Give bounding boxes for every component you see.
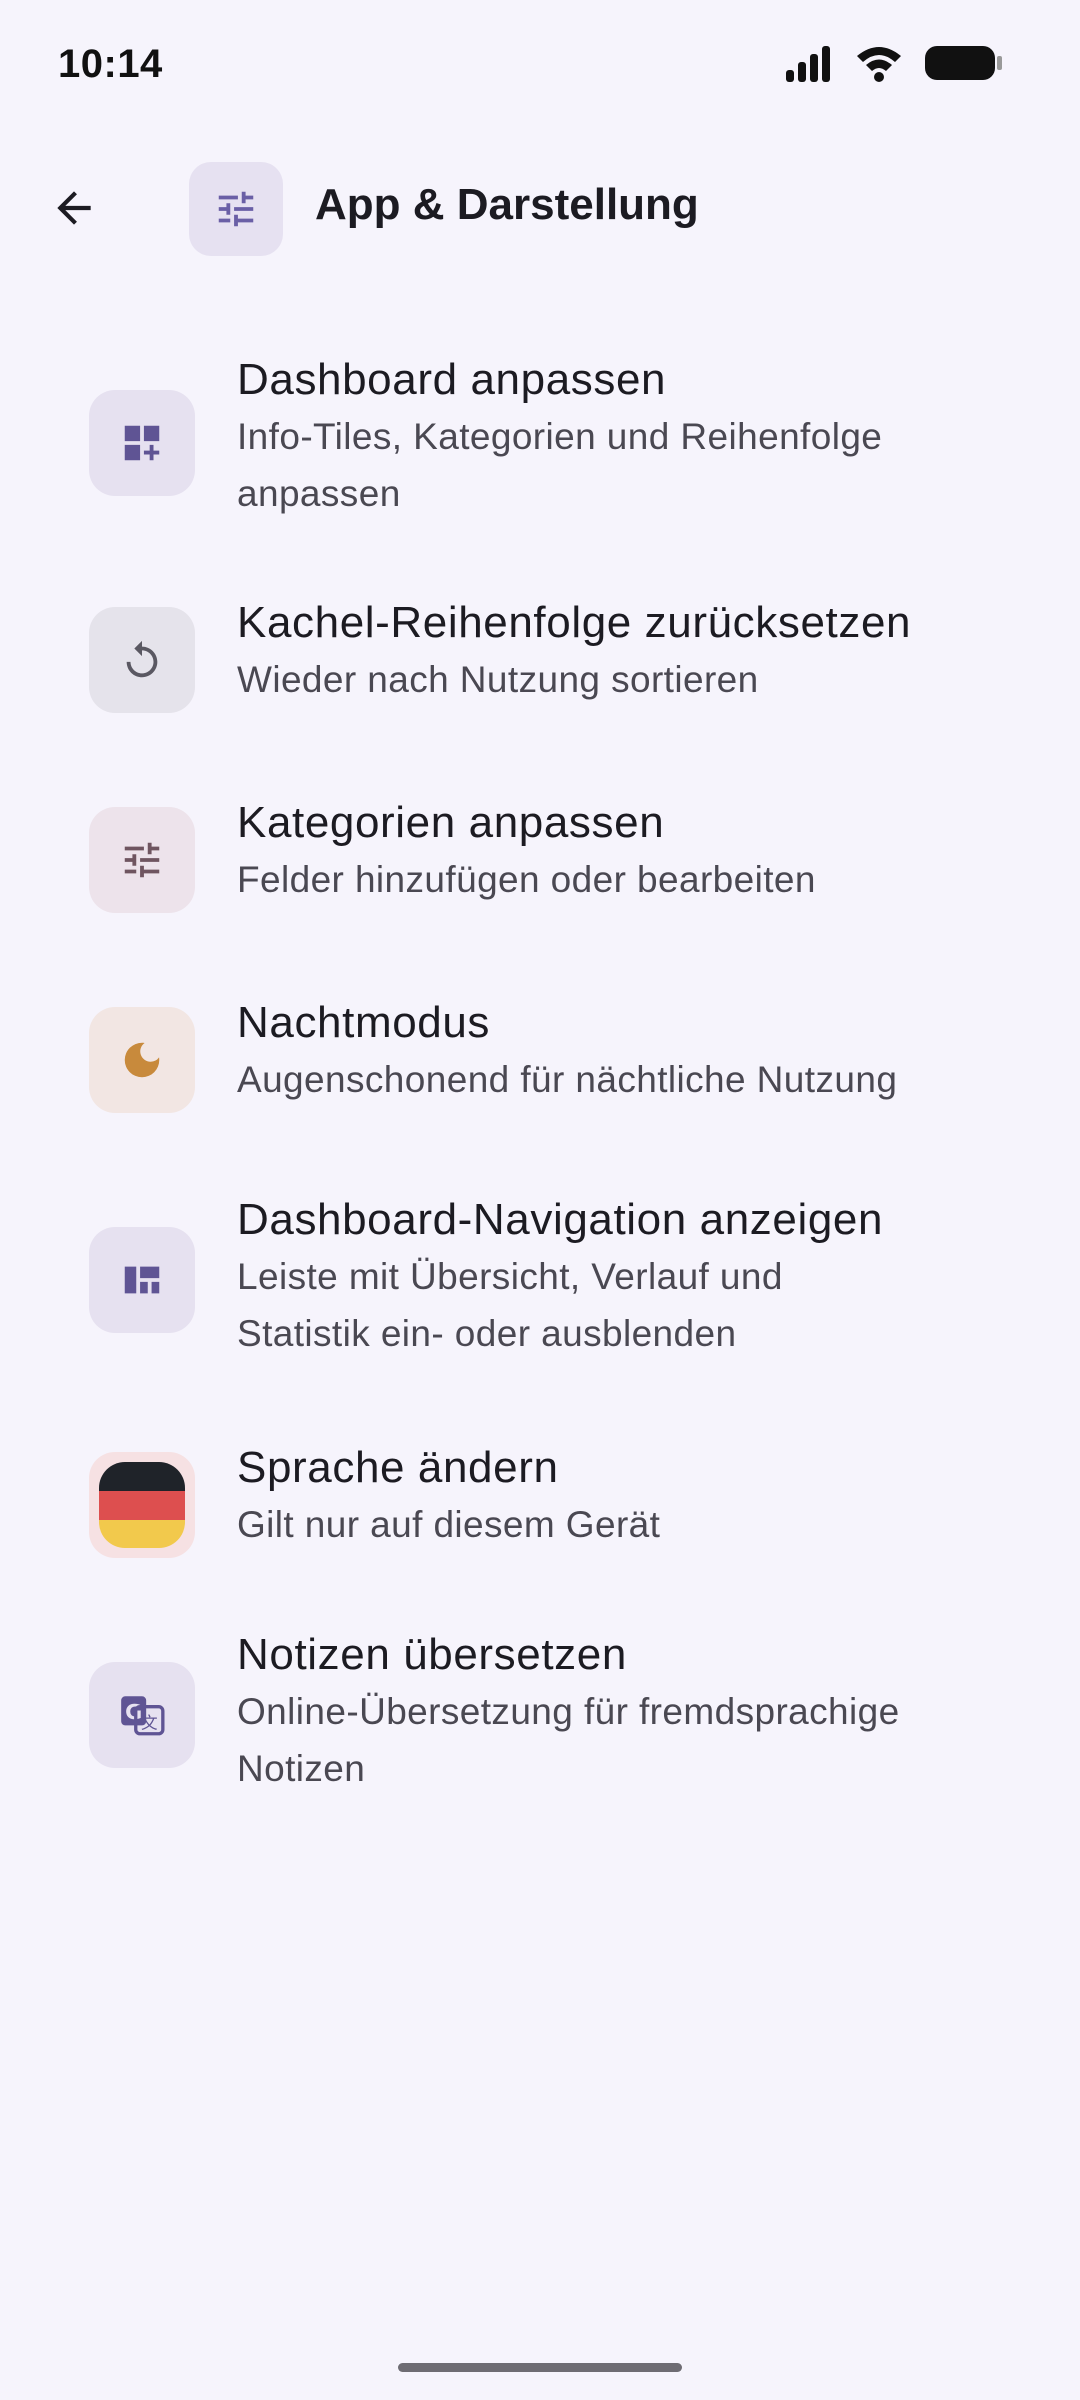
- status-icons: [784, 44, 1004, 87]
- item-icon-box: [89, 1007, 195, 1113]
- status-bar: 10:14: [0, 0, 1080, 130]
- item-title: Nachtmodus: [237, 998, 491, 1047]
- setting-dashboard-customize[interactable]: Dashboard anpassen Info-Tiles, Kategorie…: [0, 330, 1080, 540]
- item-title: Sprache ändern: [237, 1443, 559, 1492]
- dashboard-layout-icon: [124, 1266, 160, 1294]
- setting-dashboard-navigation[interactable]: Dashboard-Navigation anzeigen Leiste mit…: [0, 1175, 1080, 1385]
- reset-icon: [126, 640, 158, 678]
- item-subtitle: Wieder nach Nutzung sortieren: [237, 659, 759, 700]
- setting-customize-categories[interactable]: Kategorien anpassen Felder hinzufügen od…: [0, 775, 1080, 925]
- title-icon-box: [189, 162, 283, 256]
- setting-translate-notes[interactable]: G 文 Notizen übersetzen Online-Übersetzun…: [0, 1610, 1080, 1820]
- wifi-icon: [854, 44, 904, 87]
- setting-night-mode[interactable]: Nachtmodus Augenschonend für nächtliche …: [0, 975, 1080, 1125]
- item-icon-box: [89, 607, 195, 713]
- svg-text:G: G: [125, 1700, 142, 1724]
- setting-reset-tile-order[interactable]: Kachel-Reihenfolge zurücksetzen Wieder n…: [0, 575, 1080, 725]
- setting-change-language[interactable]: Sprache ändern Gilt nur auf diesem Gerät: [0, 1420, 1080, 1570]
- item-title: Dashboard anpassen: [237, 355, 667, 404]
- item-icon-box: [89, 390, 195, 496]
- dashboard-customize-icon: [124, 425, 160, 461]
- item-subtitle: Augenschonend für nächtliche Nutzung: [237, 1059, 898, 1100]
- tune-icon: [218, 191, 254, 227]
- item-icon-box: [89, 1227, 195, 1333]
- svg-text:文: 文: [141, 1714, 158, 1733]
- status-time: 10:14: [58, 42, 163, 86]
- app-bar: App & Darstellung: [0, 150, 1080, 270]
- item-title: Dashboard-Navigation anzeigen: [237, 1195, 884, 1244]
- tune-icon: [124, 842, 160, 878]
- item-subtitle-cont: Notizen: [237, 1748, 366, 1789]
- german-flag-icon: [99, 1462, 185, 1548]
- page-title: App & Darstellung: [315, 180, 699, 229]
- item-icon-box: [89, 807, 195, 913]
- signal-icon: [784, 44, 834, 87]
- battery-icon: [924, 44, 1004, 87]
- arrow-left-icon: [57, 191, 91, 225]
- home-indicator[interactable]: [398, 2363, 682, 2372]
- item-subtitle: Felder hinzufügen oder bearbeiten: [237, 859, 816, 900]
- moon-icon: [124, 1042, 160, 1078]
- item-subtitle-cont: anpassen: [237, 473, 401, 514]
- item-subtitle: Leiste mit Übersicht, Verlauf und: [237, 1256, 783, 1297]
- item-title: Kachel-Reihenfolge zurücksetzen: [237, 598, 912, 647]
- item-subtitle: Info-Tiles, Kategorien und Reihenfolge: [237, 416, 883, 457]
- translate-icon: G 文: [121, 1696, 165, 1736]
- item-subtitle: Gilt nur auf diesem Gerät: [237, 1504, 661, 1545]
- item-title: Kategorien anpassen: [237, 798, 665, 847]
- item-title: Notizen übersetzen: [237, 1630, 627, 1679]
- back-button[interactable]: [36, 170, 112, 246]
- item-subtitle-cont: Statistik ein- oder ausblenden: [237, 1313, 737, 1354]
- item-icon-box: [89, 1452, 195, 1558]
- item-subtitle: Online-Übersetzung für fremdsprachige: [237, 1691, 900, 1732]
- item-icon-box: G 文: [89, 1662, 195, 1768]
